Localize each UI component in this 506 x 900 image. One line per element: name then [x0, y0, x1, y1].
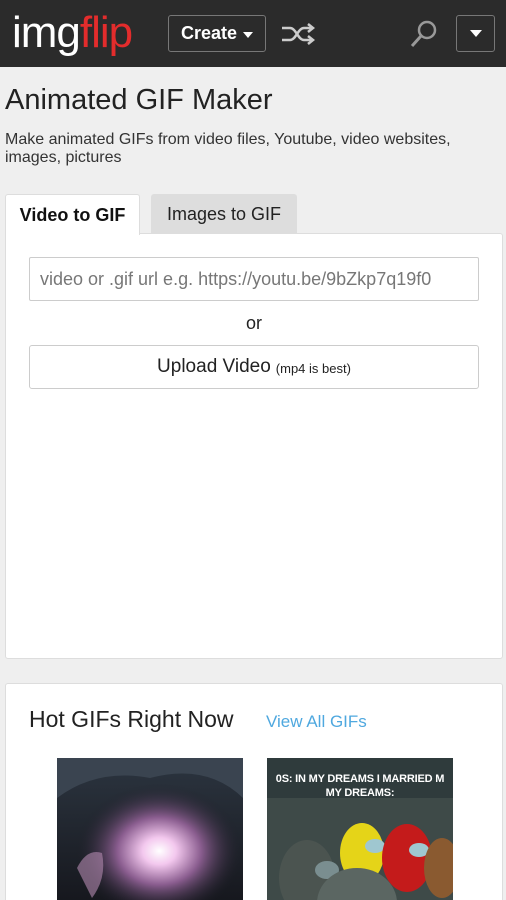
video-url-input[interactable] — [29, 257, 479, 301]
search-icon[interactable] — [408, 18, 440, 50]
page-subtitle: Make animated GIFs from video files, You… — [5, 131, 451, 166]
gif-thumbnail[interactable]: 0S: IN MY DREAMS I MARRIED M MY DREAMS: — [267, 758, 453, 900]
page-title: Animated GIF Maker — [5, 84, 273, 116]
shuffle-icon[interactable] — [280, 20, 316, 48]
user-menu-button[interactable] — [456, 15, 495, 52]
video-to-gif-panel: or Upload Video (mp4 is best) — [5, 233, 503, 659]
gif-caption: 0S: IN MY DREAMS I MARRIED M MY DREAMS: — [275, 773, 445, 799]
hot-gifs-section: Hot GIFs Right Now View All GIFs 0S: IN … — [5, 683, 503, 900]
gif-thumbnail[interactable] — [57, 758, 243, 900]
create-label: Create — [180, 23, 238, 43]
tab-video-to-gif[interactable]: Video to GIF — [5, 194, 140, 235]
create-menu-button[interactable]: Create — [168, 15, 266, 52]
top-nav-bar: imgflip Create — [0, 0, 506, 67]
gif-thumbnail-image — [57, 758, 243, 900]
logo-text: img — [12, 8, 81, 57]
upload-label: Upload Video — [157, 356, 271, 377]
view-all-gifs-link[interactable]: View All GIFs — [266, 712, 367, 732]
chevron-down-icon — [243, 31, 254, 38]
hot-gifs-title: Hot GIFs Right Now — [29, 706, 234, 732]
or-separator: or — [245, 313, 262, 333]
upload-hint: (mp4 is best) — [275, 361, 351, 376]
imgflip-logo[interactable]: imgflip — [12, 8, 133, 58]
logo-text-accent: flip — [79, 8, 133, 57]
tab-images-to-gif[interactable]: Images to GIF — [151, 194, 297, 234]
chevron-down-icon — [469, 30, 482, 37]
upload-video-button[interactable]: Upload Video (mp4 is best) — [29, 345, 479, 389]
